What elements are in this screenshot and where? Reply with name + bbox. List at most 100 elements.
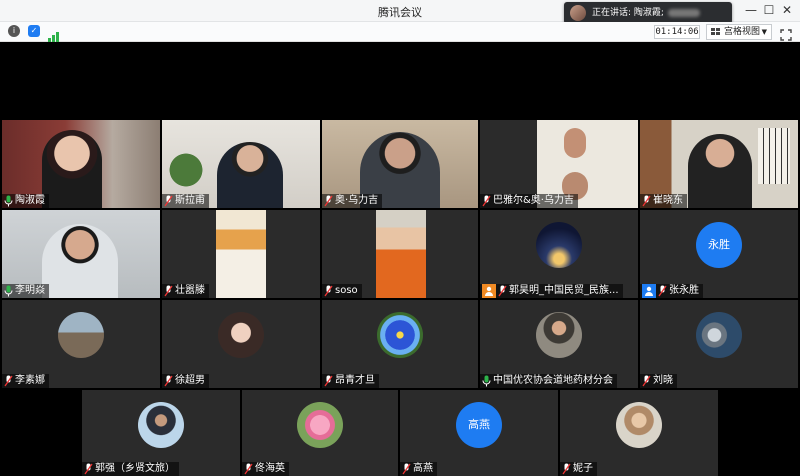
mic-off-icon: [244, 463, 253, 475]
participant-tile[interactable]: 佟海英: [242, 390, 398, 476]
mic-off-icon: [482, 195, 491, 207]
signal-icon[interactable]: [48, 27, 60, 42]
person-shape: [217, 142, 283, 208]
participant-tile[interactable]: 徐超男: [162, 300, 320, 388]
participant-tile[interactable]: 李素娜: [2, 300, 160, 388]
portrait-video: [376, 210, 426, 298]
participant-name: 巴雅尔&奥·乌力吉: [493, 195, 574, 206]
participant-tile[interactable]: 壮嚣滕: [162, 210, 320, 298]
participant-name: 刘晓: [653, 375, 673, 386]
meeting-toolbar: i ✓ 01:14:06 宫格视图 ▼: [0, 22, 800, 42]
user-icon: [642, 284, 656, 298]
participant-avatar: [536, 222, 582, 268]
participant-nametag: 壮嚣滕: [162, 284, 209, 298]
participant-avatar: [616, 402, 662, 448]
participant-name: 中国优农协会道地药材分会: [493, 375, 613, 386]
info-icon[interactable]: i: [8, 25, 20, 37]
mic-off-icon: [84, 463, 93, 475]
participant-nametag: 奥·乌力吉: [322, 194, 383, 208]
mic-off-icon: [402, 463, 411, 475]
participant-nametag: 李明焱: [2, 284, 49, 298]
participant-tile[interactable]: 永胜 张永胜: [640, 210, 798, 298]
participant-tile[interactable]: 李明焱: [2, 210, 160, 298]
participant-name: 斯拉甫: [175, 195, 205, 206]
participant-tile[interactable]: 巴雅尔&奥·乌力吉: [480, 120, 638, 208]
participant-nametag: 崔晓东: [640, 194, 687, 208]
participant-nametag: 李素娜: [2, 374, 49, 388]
calligraphy-scroll: [758, 128, 790, 184]
mic-off-icon: [642, 195, 651, 207]
mic-on-icon: [482, 375, 491, 387]
mic-off-icon: [4, 375, 13, 387]
participant-tile[interactable]: soso: [322, 210, 478, 298]
participant-name: 徐超男: [175, 375, 205, 386]
participant-tile[interactable]: 斯拉甫: [162, 120, 320, 208]
mic-off-icon: [658, 285, 667, 297]
phone-icon: [482, 284, 496, 298]
fullscreen-icon[interactable]: [780, 26, 792, 41]
participant-nametag: 徐超男: [162, 374, 209, 388]
participant-nametag: 张永胜: [640, 284, 703, 298]
mic-off-icon: [642, 375, 651, 387]
participant-tile[interactable]: 昂青才旦: [322, 300, 478, 388]
close-button[interactable]: ✕: [778, 3, 796, 17]
participant-tile[interactable]: 郭昊明_中国民贸_民族...: [480, 210, 638, 298]
view-mode-label: 宫格视图: [724, 27, 761, 37]
participant-nametag: 斯拉甫: [162, 194, 209, 208]
participant-tile[interactable]: 妮子: [560, 390, 718, 476]
participant-avatar: [696, 312, 742, 358]
person-shape: [564, 128, 586, 158]
participant-nametag: soso: [322, 284, 362, 298]
participant-nametag: 刘晓: [640, 374, 677, 388]
mic-off-icon: [562, 463, 571, 475]
grid-icon: [711, 28, 720, 36]
participant-nametag: 郭昊明_中国民贸_民族...: [480, 284, 623, 298]
participant-name: 妮子: [573, 463, 593, 474]
maximize-button[interactable]: ☐: [760, 3, 778, 17]
participant-nametag: 巴雅尔&奥·乌力吉: [480, 194, 578, 208]
participant-name: 昂青才旦: [335, 375, 375, 386]
shield-icon[interactable]: ✓: [28, 25, 40, 37]
participant-nametag: 中国优农协会道地药材分会: [480, 374, 617, 388]
participant-name: 李素娜: [15, 375, 45, 386]
speaking-indicator: 正在讲话: 陶淑霞;: [564, 2, 732, 24]
participant-name: 高燕: [413, 463, 433, 474]
participant-name: soso: [335, 285, 358, 296]
participant-avatar: [138, 402, 184, 448]
participant-avatar: 高燕: [456, 402, 502, 448]
participant-name: 奥·乌力吉: [335, 195, 379, 206]
speaker-avatar: [570, 5, 586, 21]
speaking-label: 正在讲话: 陶淑霞;: [592, 8, 664, 18]
mic-off-icon: [324, 195, 333, 207]
participant-avatar: [297, 402, 343, 448]
participant-tile[interactable]: 陶淑霞: [2, 120, 160, 208]
participant-name: 陶淑霞: [15, 195, 45, 206]
participant-tile[interactable]: 崔晓东: [640, 120, 798, 208]
mic-on-icon: [4, 195, 13, 207]
person-shape: [42, 130, 102, 208]
mic-off-icon: [164, 285, 173, 297]
participant-nametag: 高燕: [400, 462, 437, 476]
participant-nametag: 妮子: [560, 462, 597, 476]
mic-off-icon: [498, 285, 507, 297]
meeting-timer: 01:14:06: [654, 25, 700, 39]
participant-nametag: 郭强（乡贤文旅）: [82, 462, 179, 476]
person-shape: [42, 224, 118, 298]
participant-tile[interactable]: 刘晓: [640, 300, 798, 388]
participant-avatar: [58, 312, 104, 358]
participant-name: 李明焱: [15, 285, 45, 296]
participant-avatar: [536, 312, 582, 358]
participant-tile[interactable]: 奥·乌力吉: [322, 120, 478, 208]
minimize-button[interactable]: —: [742, 3, 760, 17]
participant-tile[interactable]: 中国优农协会道地药材分会: [480, 300, 638, 388]
mic-on-icon: [4, 285, 13, 297]
view-mode-button[interactable]: 宫格视图 ▼: [706, 24, 772, 40]
participant-tile[interactable]: 高燕 高燕: [400, 390, 558, 476]
mic-off-icon: [164, 375, 173, 387]
mic-off-icon: [324, 285, 333, 297]
participant-nametag: 昂青才旦: [322, 374, 379, 388]
participant-avatar: 永胜: [696, 222, 742, 268]
participant-name: 郭昊明_中国民贸_民族...: [509, 285, 619, 296]
participant-nametag: 陶淑霞: [2, 194, 49, 208]
participant-tile[interactable]: 郭强（乡贤文旅）: [82, 390, 240, 476]
